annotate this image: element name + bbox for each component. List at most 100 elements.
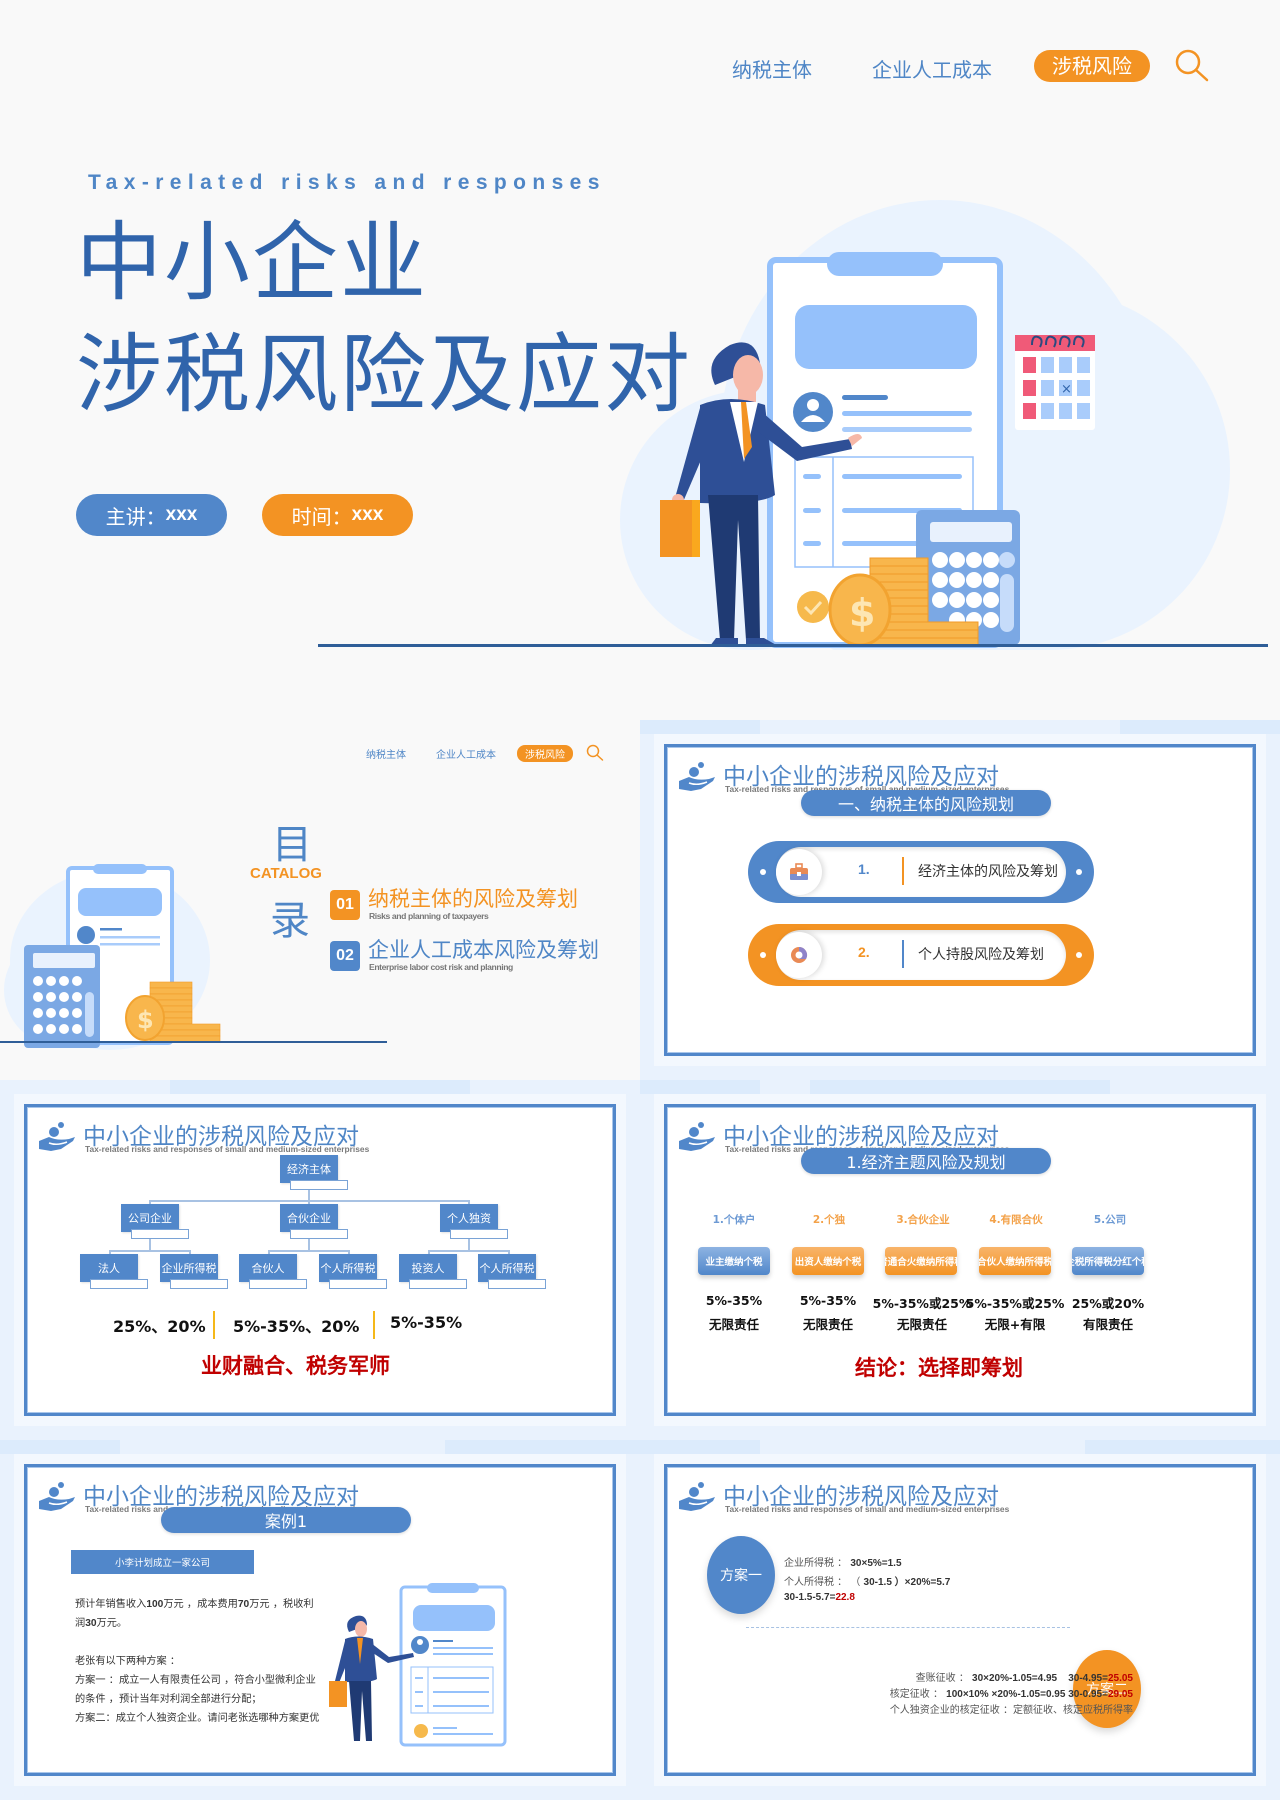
entity-tax-button[interactable]: 业主缴纳个税: [698, 1247, 770, 1275]
mini-nav-labor-cost[interactable]: 企业人工成本: [436, 746, 496, 761]
chrome-like-icon: [791, 946, 808, 963]
mini-nav-taxpayer[interactable]: 纳税主体: [366, 746, 406, 761]
hero-title-line2: 涉税风险及应对: [76, 325, 692, 425]
tree-node-leaf: 个人所得税: [478, 1254, 536, 1282]
entity-tax-button[interactable]: 合伙人缴纳所得税: [979, 1247, 1051, 1275]
case-paragraph-1a: 预计年销售收入100万元 ，成本费用70万元 ，税收利: [75, 1599, 314, 1610]
tree-node-branch: 公司企业: [121, 1204, 179, 1232]
catalog-slide: 纳税主体 企业人工成本 涉税风险 $ 目 CATALOG 录 01 纳税主体的风…: [0, 720, 640, 1080]
section-banner: 案例1: [161, 1507, 411, 1533]
time-pill: 时间： xxx: [262, 494, 413, 536]
slide-frame: 中小企业的涉税风险及应对 Tax-related risks and respo…: [664, 1104, 1256, 1416]
mini-nav-tax-risk[interactable]: 涉税风险: [517, 745, 573, 762]
svg-text:$: $: [849, 591, 875, 635]
nav-item-taxpayer[interactable]: 纳税主体: [732, 54, 812, 83]
hero-baseline: [318, 644, 1268, 647]
catalog-item-num: 02: [330, 941, 360, 971]
hero-title-line1: 中小企业: [76, 213, 428, 313]
section-banner: 一、纳税主体的风险规划: [801, 790, 1051, 816]
tree-node-leaf: 个人所得税: [319, 1254, 377, 1282]
entity-liability: 无限责任: [708, 1317, 759, 1332]
plan2-line-assessed: 核定征收 ： 100×10% ×20%-1.05=0.95 30-0.95=29…: [889, 1689, 1133, 1700]
topic-item-economic-entity[interactable]: 1. 经济主体的风险及筹划: [748, 841, 1094, 903]
entity-tax-button[interactable]: 企税所得税分红个税: [1072, 1247, 1144, 1275]
slide-case-1: 中小企业的涉税风险及应对 Tax-related risks and respo…: [0, 1440, 640, 1800]
topic-item-personal-shareholding[interactable]: 2. 个人持股风险及筹划: [748, 924, 1094, 986]
case-line: 老张有以下两种方案 ：: [75, 1656, 181, 1667]
topic-num: 2.: [858, 944, 870, 960]
entity-rate: 25%或20%: [1071, 1296, 1145, 1311]
search-icon[interactable]: [1174, 48, 1210, 84]
nav-item-tax-risk[interactable]: 涉税风险: [1034, 50, 1150, 82]
businessman-illustration: × $: [620, 200, 1230, 650]
catalog-item-subtitle: Enterprise labor cost risk and planning: [369, 962, 513, 972]
time-value: xxx: [351, 504, 384, 525]
slide-frame: 中小企业的涉税风险及应对 Tax-related risks and respo…: [664, 744, 1256, 1056]
plan1-line-result: 30-1.5-5.7=22.8: [784, 1592, 855, 1603]
entity-rate: 5%-35%或25%: [872, 1296, 972, 1311]
plan2-line-audit: 查账征收 ： 30×20%-1.05=4.95 30-4.95=25.05: [915, 1673, 1133, 1684]
svg-text:$: $: [137, 1006, 154, 1034]
case-paragraph-1b: 润30万元。: [75, 1618, 128, 1629]
nav-item-labor-cost[interactable]: 企业人工成本: [872, 54, 992, 83]
presenter-value: xxx: [165, 504, 198, 525]
tax-rate-partnership: 5%-35%、20%: [233, 1317, 360, 1336]
case-line: 方案二：成立个人独资企业。请问老张选哪种方案更优: [75, 1713, 320, 1724]
entity-col-title: 1.个体户: [712, 1214, 756, 1226]
tree-node-root: 经济主体: [280, 1155, 338, 1183]
tree-node-branch: 个人独资: [440, 1204, 498, 1232]
tax-rate-sole-proprietor: 5%-35%: [390, 1313, 463, 1332]
search-icon[interactable]: [586, 744, 604, 762]
plan1-line-enterprise-tax: 企业所得税 ： 30×5%=1.5: [784, 1558, 902, 1569]
plan2-line-note: 个人独资企业的核定征收 ：定额征收、核定应税所得率: [889, 1705, 1133, 1716]
entity-tax-button[interactable]: 出资人缴纳个税: [792, 1247, 864, 1275]
topic-label: 经济主体的风险及筹划: [918, 864, 1058, 880]
slide-subtitle: Tax-related risks and responses of small…: [725, 1504, 1010, 1514]
presenter-pill: 主讲： xxx: [76, 494, 227, 536]
calendar-icon: ×: [1015, 335, 1095, 430]
entity-liability: 有限责任: [1082, 1317, 1133, 1332]
catalog-item-subtitle: Risks and planning of taxpayers: [369, 911, 489, 921]
slide-frame: 中小企业的涉税风险及应对 Tax-related risks and respo…: [664, 1464, 1256, 1776]
hero-subtitle: Tax-related risks and responses: [88, 171, 606, 194]
topic-num: 1.: [858, 861, 870, 877]
section-banner: 1.经济主题风险及规划: [801, 1148, 1051, 1174]
slide-subtitle: Tax-related risks and responses of small…: [85, 1144, 370, 1154]
entity-liability: 无限责任: [802, 1317, 853, 1332]
entity-tax-button[interactable]: 普通合火缴纳所得税: [885, 1247, 957, 1275]
plan-one-badge: 方案一: [707, 1536, 775, 1614]
slide-conclusion: 业财融合、税务军师: [201, 1354, 390, 1378]
entity-col-title: 4.有限合伙: [989, 1214, 1043, 1226]
catalog-char-top: 目: [272, 822, 312, 868]
tree-node-leaf: 合伙人: [239, 1254, 297, 1282]
tax-rate-company: 25%、20%: [113, 1317, 206, 1336]
businessman-clipboard-illustration: [329, 1583, 507, 1747]
entity-liability: 无限责任: [896, 1317, 947, 1332]
hand-coin-icon: [39, 1122, 75, 1151]
entity-liability: 无限+有限: [984, 1317, 1046, 1332]
slide-taxpayer-risk: 中小企业的涉税风险及应对 Tax-related risks and respo…: [640, 720, 1280, 1080]
time-label: 时间：: [291, 504, 352, 529]
hand-coin-icon: [679, 1482, 715, 1511]
tree-node-leaf: 投资人: [399, 1254, 457, 1282]
entity-rate: 5%-35%: [799, 1293, 857, 1308]
catalog-item-title[interactable]: 纳税主体的风险及筹划: [368, 883, 578, 913]
entity-col-title: 2.个独: [812, 1214, 846, 1226]
presenter-label: 主讲：: [105, 504, 166, 529]
tree-node-leaf: 企业所得税: [160, 1254, 218, 1282]
cover-slide: 纳税主体 企业人工成本 涉税风险 Tax-related risks and r…: [0, 0, 1280, 720]
case-line: 方案一 ：成立一人有限责任公司 ，符合小型微利企业: [75, 1675, 316, 1686]
slide-entity-tree: 中小企业的涉税风险及应对 Tax-related risks and respo…: [0, 1080, 640, 1440]
divider: [746, 1627, 1070, 1628]
catalog-item-title[interactable]: 企业人工成本风险及筹划: [368, 934, 599, 964]
hand-coin-icon: [679, 762, 715, 791]
calculator-coins-illustration: $: [4, 864, 221, 1050]
catalog-char-bottom: 录: [270, 898, 310, 944]
entity-rate: 5%-35%或25%: [965, 1296, 1065, 1311]
case-title-box: 小李计划成立一家公司: [71, 1550, 254, 1574]
hand-coin-icon: [679, 1122, 715, 1151]
entity-col-title: 5.公司: [1093, 1214, 1127, 1226]
slide-frame: 中小企业的涉税风险及应对 Tax-related risks and respo…: [24, 1104, 616, 1416]
plan1-line-personal-tax: 个人所得税 ： （ 30-1.5 ）×20%=5.7: [784, 1577, 951, 1588]
catalog-baseline: [0, 1041, 387, 1043]
